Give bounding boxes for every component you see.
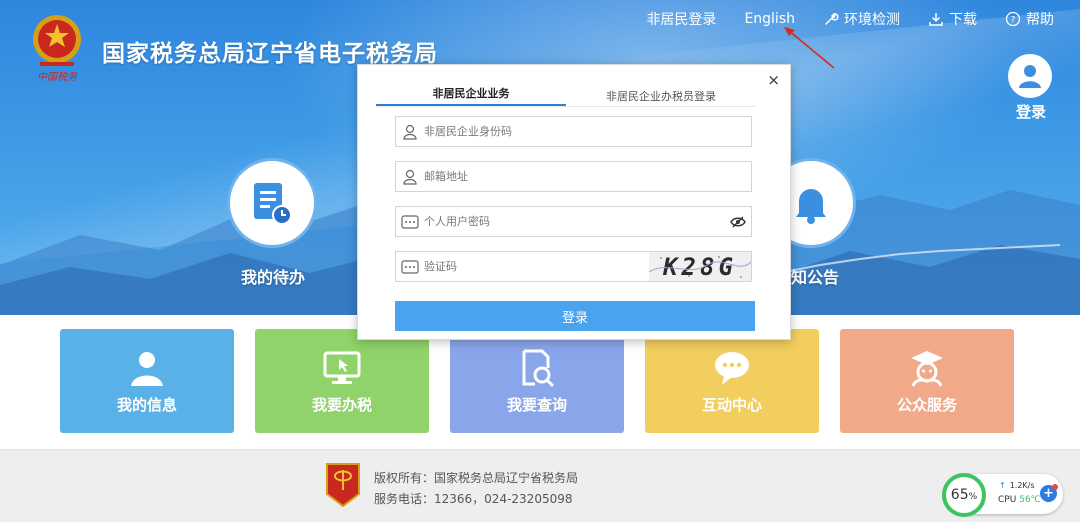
svg-text:?: ? — [1011, 16, 1016, 26]
performance-widget[interactable]: 65% ↑ 1.2K/s CPU 56℃ + — [942, 473, 1063, 517]
user-icon — [131, 351, 163, 386]
tile-my-info-label: 我的信息 — [116, 395, 177, 414]
notice-label[interactable]: 知公告 — [791, 264, 839, 288]
toggle-visibility-icon[interactable] — [725, 207, 751, 236]
svg-text:中国税务: 中国税务 — [37, 71, 78, 83]
login-submit-button[interactable]: 登录 — [395, 301, 755, 331]
cpu-label: CPU — [998, 495, 1017, 505]
network-speed-value: 1.2K/s — [1009, 481, 1035, 490]
close-icon[interactable]: × — [767, 71, 780, 89]
captcha-image[interactable]: K28G — [649, 252, 751, 281]
keypad-icon — [396, 207, 424, 236]
tile-public-service-label: 公众服务 — [896, 395, 957, 414]
download-icon — [929, 13, 943, 26]
tile-interaction-label: 互动中心 — [701, 395, 762, 414]
nonresident-login-dialog: × 非居民企业业务 非居民企业办税员登录 非居民企业身份码 邮箱地址 验证码 K… — [357, 64, 791, 340]
email-field — [395, 161, 752, 192]
tile-query-label: 我要查询 — [506, 395, 567, 414]
tile-public-service[interactable]: 公众服务 — [840, 329, 1014, 433]
memory-usage-ring: 65% — [942, 473, 986, 517]
footer: 版权所有：国家税务总局辽宁省税务局 服务电话：12366，024-2320509… — [0, 449, 1080, 522]
monitor-icon — [323, 351, 361, 384]
nav-environment-check-label: 环境检测 — [844, 12, 900, 28]
email-input[interactable] — [424, 163, 751, 190]
service-icon — [911, 350, 943, 387]
password-input[interactable] — [424, 208, 725, 235]
login-link[interactable]: 登录 — [1016, 101, 1046, 122]
nav-help[interactable]: ? 帮助 — [1005, 9, 1054, 29]
tile-handle-tax-label: 我要办税 — [311, 395, 372, 414]
captcha-field: K28G — [395, 251, 752, 282]
bell-icon — [796, 189, 826, 224]
memory-percent: 65 — [950, 487, 969, 503]
nav-download[interactable]: 下载 — [928, 9, 977, 29]
network-speed: ↑ 1.2K/s — [999, 481, 1035, 490]
my-todo-button[interactable] — [227, 158, 317, 248]
dialog-tabs: 非居民企业业务 非居民企业办税员登录 — [376, 83, 756, 107]
tab-nonresident-agent-login[interactable]: 非居民企业办税员登录 — [566, 83, 756, 106]
todo-list-icon — [254, 183, 292, 225]
tax-badge-logo — [326, 463, 360, 508]
national-emblem-logo: 中国税务 — [33, 15, 81, 83]
service-tiles: 我的信息 我要办税 我要查询 互动中心 公众服务 — [60, 329, 1020, 433]
memory-percent-unit: % — [968, 492, 978, 502]
password-field — [395, 206, 752, 237]
login-avatar-button[interactable] — [1008, 54, 1052, 98]
footer-phone: 服务电话：12366，024-23205098 — [374, 492, 573, 506]
tile-handle-tax[interactable]: 我要办税 — [255, 329, 429, 433]
user-icon — [1019, 65, 1041, 88]
nav-nonresident-login[interactable]: 非居民登录 — [646, 9, 716, 29]
widget-plus-icon[interactable]: + — [1040, 484, 1058, 502]
chat-icon — [715, 351, 749, 385]
search-doc-icon — [522, 349, 555, 387]
captcha-noise — [649, 256, 751, 278]
tile-query[interactable]: 我要查询 — [450, 329, 624, 433]
site-title: 国家税务总局辽宁省电子税务局 — [102, 41, 438, 67]
cpu-temp-value: 56℃ — [1019, 495, 1041, 505]
nav-download-label: 下载 — [949, 12, 977, 28]
person-icon — [396, 117, 424, 146]
cpu-temperature: CPU 56℃ — [998, 495, 1041, 505]
nav-nonresident-login-label: 非居民登录 — [646, 12, 717, 28]
my-todo-label[interactable]: 我的待办 — [241, 264, 305, 288]
footer-copyright: 版权所有：国家税务总局辽宁省税务局 — [374, 471, 579, 485]
nav-help-label: 帮助 — [1026, 12, 1054, 28]
enterprise-id-field — [395, 116, 752, 147]
tile-interaction[interactable]: 互动中心 — [645, 329, 819, 433]
tab-nonresident-business[interactable]: 非居民企业业务 — [376, 83, 566, 106]
enterprise-id-input[interactable] — [424, 118, 751, 145]
keypad-icon — [396, 252, 424, 281]
upload-arrow-icon: ↑ — [999, 481, 1006, 490]
person-icon — [396, 162, 424, 191]
help-icon: ? — [1005, 11, 1021, 27]
captcha-input[interactable] — [424, 253, 649, 280]
tile-my-info[interactable]: 我的信息 — [60, 329, 234, 433]
